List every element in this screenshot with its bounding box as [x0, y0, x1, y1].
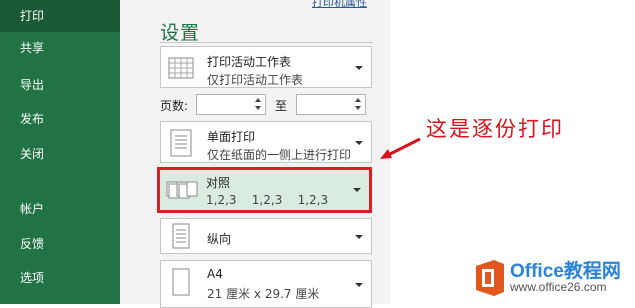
divider — [160, 42, 373, 43]
print-what-description: 仅打印活动工作表 — [207, 73, 304, 87]
collated-pages-icon — [166, 181, 198, 199]
chevron-down-icon — [355, 66, 363, 70]
chevron-down-icon — [355, 283, 363, 287]
spin-down-icon[interactable] — [255, 106, 261, 110]
spin-up-icon[interactable] — [355, 98, 361, 102]
nav-item-close[interactable]: 关闭 — [0, 138, 120, 170]
nav-item-options[interactable]: 选项 — [0, 262, 120, 294]
nav-item-account[interactable]: 帐户 — [0, 193, 120, 225]
site-logo: Office教程网 www.office26.com — [470, 252, 635, 304]
orientation-dropdown[interactable]: 纵向 — [160, 218, 372, 254]
sides-description: 仅在纸面的一侧上进行打印 — [207, 148, 352, 162]
nav-item-share[interactable]: 共享 — [0, 32, 120, 64]
nav-item-publish[interactable]: 发布 — [0, 103, 120, 135]
pages-to-label: 至 — [275, 99, 288, 113]
paper-size-label: A4 — [207, 267, 223, 281]
backstage-nav: 打印 共享 导出 发布 关闭 帐户 反馈 选项 — [0, 0, 120, 304]
logo-url: www.office26.com — [510, 280, 607, 294]
nav-item-export[interactable]: 导出 — [0, 69, 120, 101]
spin-up-icon[interactable] — [255, 98, 261, 102]
logo-title: Office教程网 — [510, 261, 621, 282]
print-what-label: 打印活动工作表 — [207, 55, 292, 69]
sides-dropdown[interactable]: 单面打印 仅在纸面的一侧上进行打印 — [160, 121, 372, 163]
collation-annotation: 这是逐份打印 — [426, 117, 564, 141]
pages-label: 页数: — [160, 99, 189, 113]
printer-properties-link[interactable]: 打印机属性 — [312, 0, 367, 10]
nav-item-feedback[interactable]: 反馈 — [0, 228, 120, 260]
sides-label: 单面打印 — [207, 130, 256, 144]
pages-from-input[interactable] — [196, 94, 266, 115]
paper-size-dropdown[interactable]: A4 21 厘米 x 29.7 厘米 — [160, 260, 372, 308]
collation-dropdown[interactable]: 对照 1,2,3 1,2,3 1,2,3 — [157, 167, 372, 213]
chevron-down-icon — [355, 141, 363, 145]
portrait-page-icon — [172, 223, 190, 249]
collation-description: 1,2,3 1,2,3 1,2,3 — [206, 193, 329, 207]
print-what-dropdown[interactable]: 打印活动工作表 仅打印活动工作表 — [160, 46, 372, 88]
office-logo-icon — [476, 260, 504, 296]
paper-size-icon — [172, 268, 190, 296]
chevron-down-icon — [353, 188, 361, 192]
orientation-label: 纵向 — [207, 232, 232, 246]
collation-label: 对照 — [206, 176, 231, 190]
pages-to-input[interactable] — [296, 94, 366, 115]
paper-size-description: 21 厘米 x 29.7 厘米 — [207, 287, 320, 301]
chevron-down-icon — [355, 235, 363, 239]
settings-heading: 设置 — [160, 22, 201, 44]
single-sided-page-icon — [170, 129, 192, 157]
annotation-arrow-icon — [380, 137, 421, 159]
sheet-grid-icon — [168, 57, 194, 79]
spin-down-icon[interactable] — [355, 106, 361, 110]
nav-item-print[interactable]: 打印 — [0, 0, 120, 32]
